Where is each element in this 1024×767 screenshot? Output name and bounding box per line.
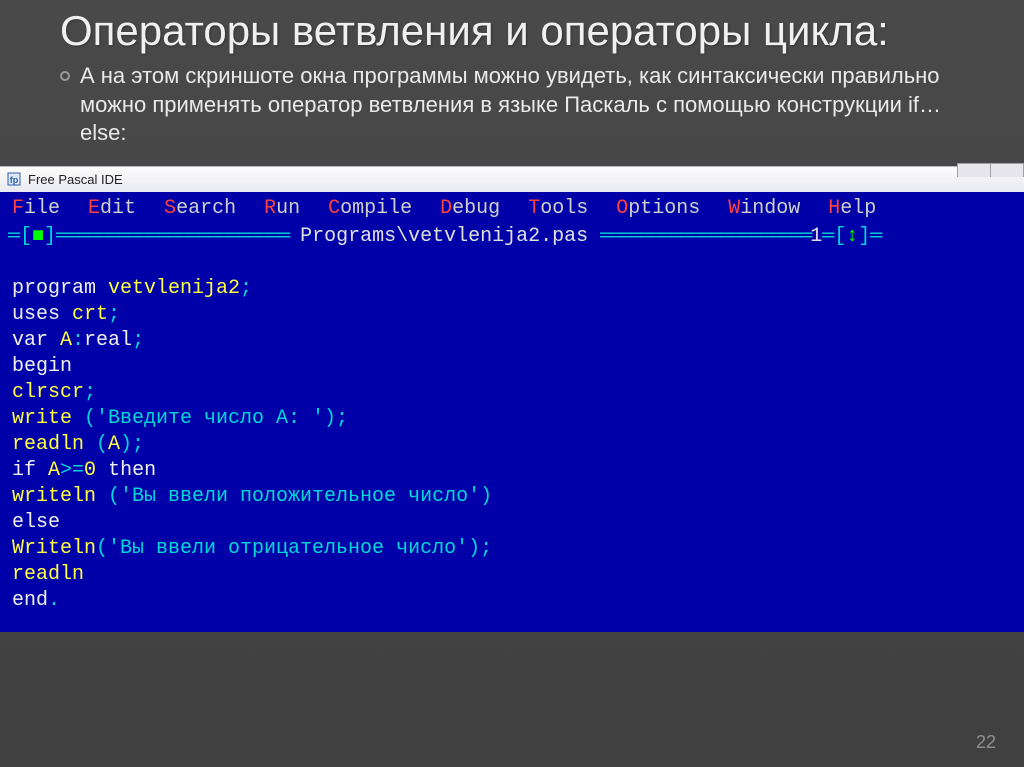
- file-name: Programs\vetvlenija2.pas: [288, 225, 600, 248]
- code-line: end.: [12, 589, 60, 612]
- code-line: readln: [12, 563, 84, 586]
- svg-text:fp: fp: [10, 175, 19, 185]
- menu-bar: File Edit Search Run Compile Debug Tools Option…: [0, 192, 1024, 224]
- bullet-text: А на этом скриншоте окна программы можно…: [80, 62, 964, 148]
- page-number: 22: [976, 732, 996, 753]
- code-line: uses crt;: [12, 303, 120, 326]
- window-number: 1: [810, 225, 822, 248]
- code-line: var A:real;: [12, 329, 144, 352]
- app-icon: fp: [6, 171, 22, 187]
- bullet-icon: [60, 71, 70, 81]
- menu-compile[interactable]: Compile: [328, 197, 412, 220]
- code-line: clrscr;: [12, 381, 96, 404]
- code-line: else: [12, 511, 60, 534]
- ide-area: File Edit Search Run Compile Debug Tools Option…: [0, 192, 1024, 632]
- menu-help[interactable]: Help: [828, 197, 876, 220]
- code-line: readln (A);: [12, 433, 144, 456]
- menu-search[interactable]: Search: [164, 197, 236, 220]
- minimize-button[interactable]: [957, 163, 991, 177]
- menu-options[interactable]: Options: [616, 197, 700, 220]
- code-line: if A>=0 then: [12, 459, 156, 482]
- ide-screenshot: fp Free Pascal IDE File Edit Search Run Comp…: [0, 166, 1024, 632]
- code-line: write ('Введите число A: ');: [12, 407, 348, 430]
- menu-debug[interactable]: Debug: [440, 197, 500, 220]
- code-line: program vetvlenija2;: [12, 277, 252, 300]
- close-box-icon[interactable]: ■: [32, 225, 44, 248]
- menu-window[interactable]: Window: [728, 197, 800, 220]
- bullet-item: А на этом скриншоте окна программы можно…: [0, 54, 1024, 148]
- code-line: begin: [12, 355, 72, 378]
- menu-file[interactable]: File: [12, 197, 60, 220]
- maximize-button[interactable]: [990, 163, 1024, 177]
- window-title: Free Pascal IDE: [28, 172, 1018, 187]
- menu-run[interactable]: Run: [264, 197, 300, 220]
- code-line: Writeln('Вы ввели отрицательное число');: [12, 537, 492, 560]
- code-editor[interactable]: program vetvlenija2; uses crt; var A:rea…: [0, 250, 1024, 620]
- window-sys-buttons: [958, 163, 1024, 177]
- code-line: writeln ('Вы ввели положительное число'): [12, 485, 492, 508]
- menu-tools[interactable]: Tools: [528, 197, 588, 220]
- slide-title: Операторы ветвления и операторы цикла:: [0, 0, 1024, 54]
- slide: Операторы ветвления и операторы цикла: А…: [0, 0, 1024, 767]
- editor-frame-header: ═[■]═══════════════════════ Programs\vet…: [0, 224, 1024, 250]
- window-titlebar[interactable]: fp Free Pascal IDE: [0, 166, 1024, 192]
- resize-arrow-icon[interactable]: ↕: [846, 225, 858, 248]
- menu-edit[interactable]: Edit: [88, 197, 136, 220]
